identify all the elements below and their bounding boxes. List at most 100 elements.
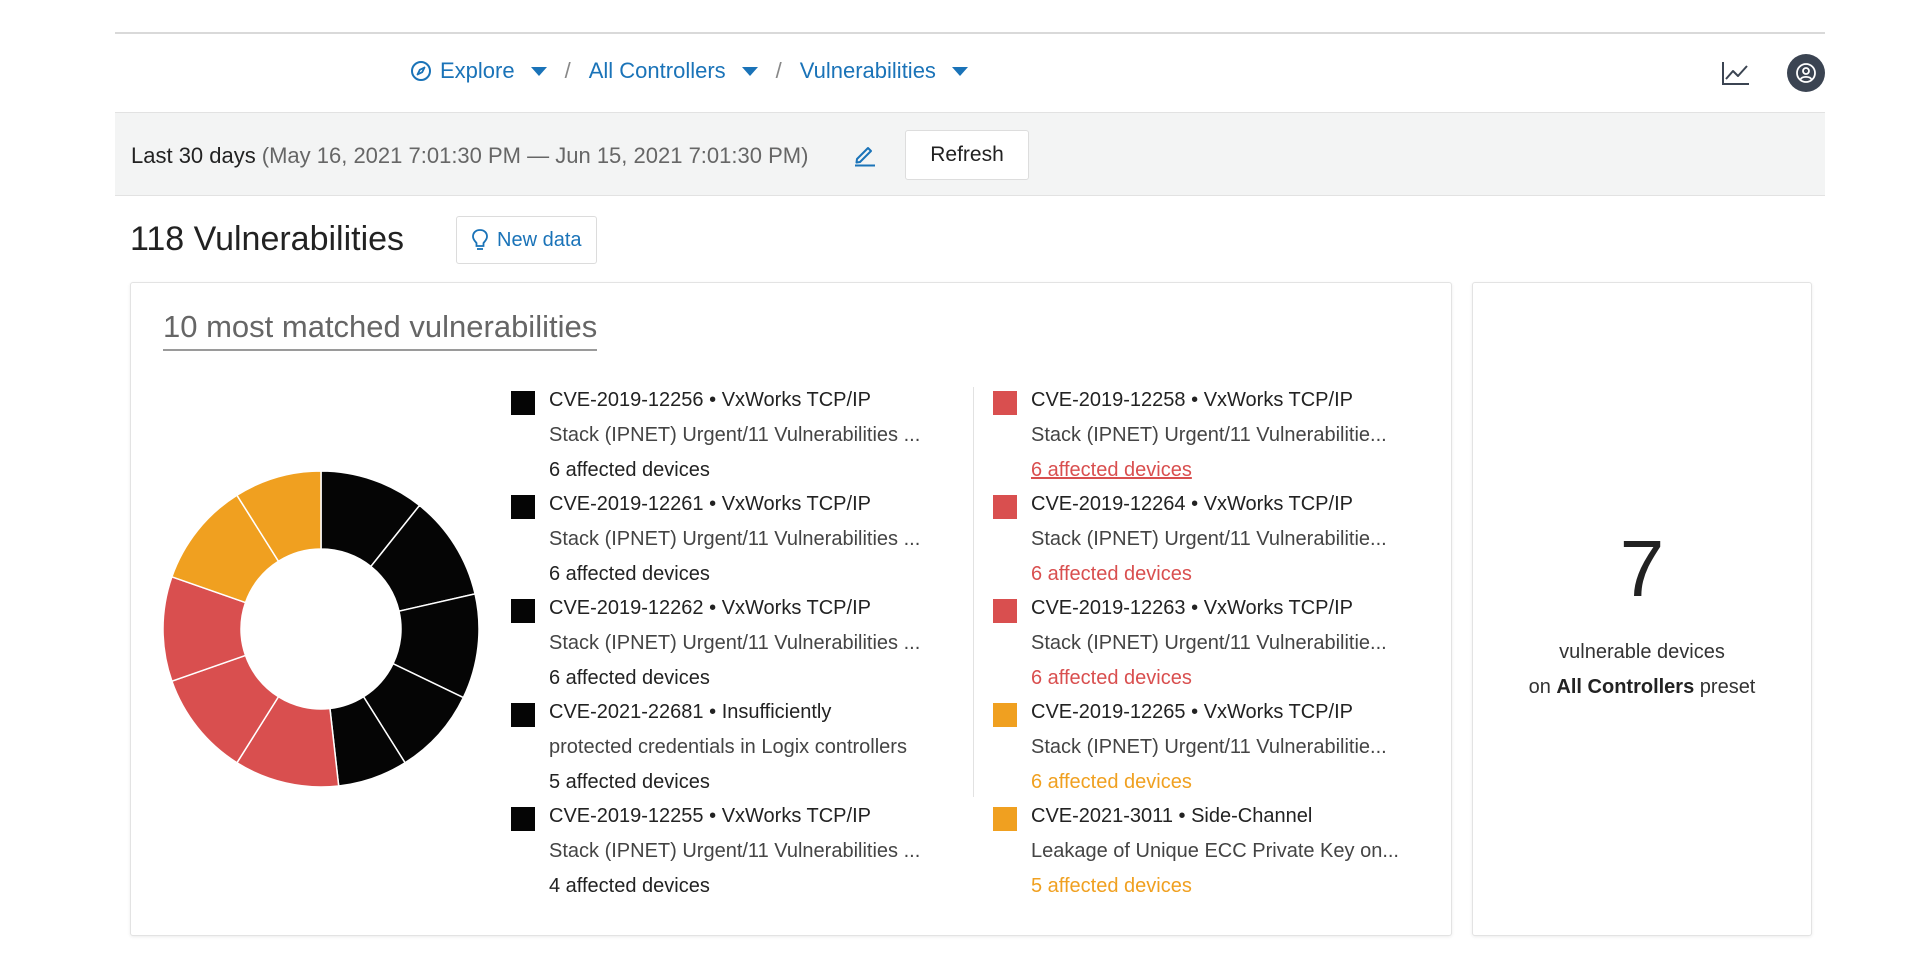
legend-title: CVE-2019-12263 • VxWorks TCP/IP bbox=[1031, 597, 1353, 619]
vuln-description: Stack (IPNET) Urgent/11 Vulnerabilitie..… bbox=[1031, 528, 1387, 550]
vuln-name: VxWorks TCP/IP bbox=[721, 493, 871, 515]
vuln-description: Stack (IPNET) Urgent/11 Vulnerabilitie..… bbox=[1031, 736, 1387, 758]
legend-column-left: CVE-2019-12256 • VxWorks TCP/IP Stack (IP… bbox=[511, 383, 971, 903]
vuln-name: VxWorks TCP/IP bbox=[1203, 493, 1353, 515]
navbar: Explore / All Controllers / Vulnerabilit… bbox=[115, 34, 1825, 112]
affected-devices-link[interactable]: 6 affected devices bbox=[549, 661, 971, 696]
breadcrumb-all-controllers[interactable]: All Controllers bbox=[589, 58, 758, 84]
breadcrumb-explore-label: Explore bbox=[440, 58, 515, 83]
legend-swatch bbox=[993, 599, 1017, 623]
chevron-down-icon bbox=[951, 66, 968, 76]
vulnerable-devices-text: vulnerable devices bbox=[1559, 641, 1725, 663]
legend-divider bbox=[973, 387, 974, 797]
preset-suffix: preset bbox=[1699, 676, 1756, 698]
preset-line: on All Controllers preset bbox=[1473, 670, 1811, 705]
legend-swatch bbox=[511, 703, 535, 727]
time-range: (May 16, 2021 7:01:30 PM — Jun 15, 2021 … bbox=[261, 143, 809, 168]
cve-id: CVE-2019-12255 bbox=[549, 805, 704, 827]
legend-item[interactable]: CVE-2021-3011 • Side-Channel Leakage of U… bbox=[993, 799, 1453, 903]
vuln-description: Stack (IPNET) Urgent/11 Vulnerabilitie..… bbox=[1031, 424, 1387, 446]
legend-swatch bbox=[511, 599, 535, 623]
legend-title: CVE-2019-12264 • VxWorks TCP/IP bbox=[1031, 493, 1353, 515]
legend-item[interactable]: CVE-2019-12261 • VxWorks TCP/IP Stack (IP… bbox=[511, 487, 971, 591]
cve-id: CVE-2019-12265 bbox=[1031, 701, 1186, 723]
legend-swatch bbox=[993, 807, 1017, 831]
legend-title: CVE-2019-12262 • VxWorks TCP/IP bbox=[549, 597, 871, 619]
vulnerable-devices-label: vulnerable devices on All Controllers pr… bbox=[1473, 635, 1811, 705]
vuln-name: VxWorks TCP/IP bbox=[1203, 389, 1353, 411]
legend-title: CVE-2019-12261 • VxWorks TCP/IP bbox=[549, 493, 871, 515]
vulnerable-devices-count: 7 bbox=[1619, 524, 1665, 613]
breadcrumb-all-controllers-label: All Controllers bbox=[588, 58, 726, 83]
new-data-button[interactable]: New data bbox=[456, 216, 597, 264]
line-chart-icon[interactable] bbox=[1721, 60, 1751, 86]
affected-devices-link[interactable]: 6 affected devices bbox=[549, 453, 971, 488]
lightbulb-icon bbox=[472, 229, 488, 250]
user-avatar[interactable] bbox=[1787, 54, 1825, 92]
top-vulnerabilities-card: 10 most matched vulnerabilities CVE-2019… bbox=[130, 282, 1452, 936]
breadcrumb-vulnerabilities[interactable]: Vulnerabilities bbox=[800, 58, 968, 84]
new-data-label: New data bbox=[497, 228, 582, 251]
vuln-name: VxWorks TCP/IP bbox=[721, 805, 871, 827]
breadcrumb-separator: / bbox=[775, 58, 782, 83]
breadcrumb-explore[interactable]: Explore bbox=[410, 58, 547, 84]
vuln-name: Insufficiently bbox=[721, 701, 832, 723]
vuln-description: Stack (IPNET) Urgent/11 Vulnerabilitie..… bbox=[1031, 632, 1387, 654]
vuln-description: Stack (IPNET) Urgent/11 Vulnerabilities … bbox=[549, 528, 921, 550]
cve-id: CVE-2021-22681 bbox=[549, 701, 704, 723]
vulnerable-devices-card: 7 vulnerable devices on All Controllers … bbox=[1472, 282, 1812, 936]
preset-name: All Controllers bbox=[1556, 676, 1695, 698]
breadcrumb: Explore / All Controllers / Vulnerabilit… bbox=[410, 58, 968, 84]
affected-devices-link[interactable]: 5 affected devices bbox=[549, 765, 971, 800]
cve-id: CVE-2019-12256 bbox=[549, 389, 704, 411]
breadcrumb-vulnerabilities-label: Vulnerabilities bbox=[799, 58, 936, 83]
user-icon bbox=[1796, 63, 1816, 83]
refresh-button[interactable]: Refresh bbox=[905, 130, 1029, 180]
vuln-description: Stack (IPNET) Urgent/11 Vulnerabilities … bbox=[549, 840, 921, 862]
vuln-description: Leakage of Unique ECC Private Key on... bbox=[1031, 840, 1399, 862]
cve-id: CVE-2019-12264 bbox=[1031, 493, 1186, 515]
legend-item[interactable]: CVE-2019-12263 • VxWorks TCP/IP Stack (IP… bbox=[993, 591, 1453, 695]
affected-devices-link[interactable]: 6 affected devices bbox=[1031, 661, 1453, 696]
legend-swatch bbox=[993, 391, 1017, 415]
page-title: 118 Vulnerabilities bbox=[130, 220, 405, 258]
legend-column-right: CVE-2019-12258 • VxWorks TCP/IP Stack (IP… bbox=[993, 383, 1453, 903]
legend-title: CVE-2019-12265 • VxWorks TCP/IP bbox=[1031, 701, 1353, 723]
nav-actions bbox=[1721, 54, 1825, 92]
pencil-icon[interactable] bbox=[853, 141, 877, 167]
cve-id: CVE-2019-12262 bbox=[549, 597, 704, 619]
chevron-down-icon bbox=[530, 66, 547, 76]
affected-devices-link[interactable]: 6 affected devices bbox=[549, 557, 971, 592]
legend-item[interactable]: CVE-2019-12255 • VxWorks TCP/IP Stack (IP… bbox=[511, 799, 971, 903]
affected-devices-link[interactable]: 4 affected devices bbox=[549, 869, 971, 904]
vuln-name: VxWorks TCP/IP bbox=[1203, 701, 1353, 723]
affected-devices-link[interactable]: 6 affected devices bbox=[1031, 557, 1453, 592]
legend-title: CVE-2021-22681 • Insufficiently bbox=[549, 701, 832, 723]
legend-swatch bbox=[993, 703, 1017, 727]
legend-title: CVE-2019-12256 • VxWorks TCP/IP bbox=[549, 389, 871, 411]
affected-devices-link[interactable]: 5 affected devices bbox=[1031, 869, 1453, 904]
card-title[interactable]: 10 most matched vulnerabilities bbox=[163, 309, 598, 351]
chevron-down-icon bbox=[741, 66, 758, 76]
vuln-name: VxWorks TCP/IP bbox=[1203, 597, 1353, 619]
legend-item[interactable]: CVE-2019-12256 • VxWorks TCP/IP Stack (IP… bbox=[511, 383, 971, 487]
legend-title: CVE-2019-12255 • VxWorks TCP/IP bbox=[549, 805, 871, 827]
cve-id: CVE-2019-12261 bbox=[549, 493, 704, 515]
cve-id: CVE-2019-12263 bbox=[1031, 597, 1186, 619]
cve-id: CVE-2019-12258 bbox=[1031, 389, 1186, 411]
vuln-name: VxWorks TCP/IP bbox=[721, 389, 871, 411]
legend-item[interactable]: CVE-2019-12264 • VxWorks TCP/IP Stack (IP… bbox=[993, 487, 1453, 591]
vuln-description: Stack (IPNET) Urgent/11 Vulnerabilities … bbox=[549, 424, 921, 446]
affected-devices-link[interactable]: 6 affected devices bbox=[1031, 453, 1453, 488]
legend-title: CVE-2019-12258 • VxWorks TCP/IP bbox=[1031, 389, 1353, 411]
legend-swatch bbox=[511, 391, 535, 415]
legend-item[interactable]: CVE-2021-22681 • Insufficiently protected… bbox=[511, 695, 971, 799]
legend-item[interactable]: CVE-2019-12262 • VxWorks TCP/IP Stack (IP… bbox=[511, 591, 971, 695]
legend-swatch bbox=[511, 807, 535, 831]
affected-devices-link[interactable]: 6 affected devices bbox=[1031, 765, 1453, 800]
legend-item[interactable]: CVE-2019-12258 • VxWorks TCP/IP Stack (IP… bbox=[993, 383, 1453, 487]
vuln-name: VxWorks TCP/IP bbox=[721, 597, 871, 619]
legend-swatch bbox=[993, 495, 1017, 519]
legend-item[interactable]: CVE-2019-12265 • VxWorks TCP/IP Stack (IP… bbox=[993, 695, 1453, 799]
legend-swatch bbox=[511, 495, 535, 519]
